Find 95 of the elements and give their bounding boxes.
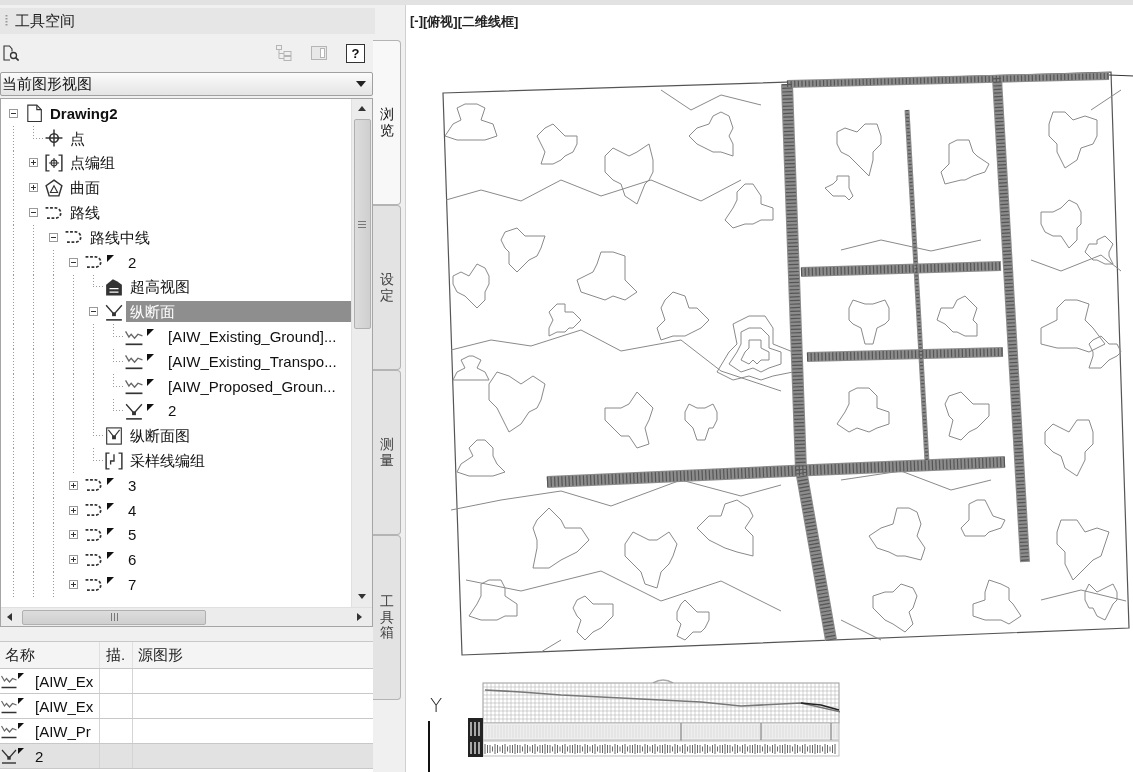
tree-item[interactable]: 纵断面图: [126, 425, 194, 447]
view-dropdown[interactable]: 当前图形视图: [0, 72, 373, 96]
flag-icon: [147, 353, 154, 361]
scroll-left-icon[interactable]: [7, 613, 12, 621]
tree-item[interactable]: 采样线编组: [126, 450, 209, 472]
flag-icon: [107, 477, 114, 485]
flag-icon: [107, 577, 114, 585]
expand-icon[interactable]: [68, 480, 78, 490]
wave-line-icon: [1, 673, 17, 689]
flag-icon: [107, 552, 114, 560]
page-magnifier-icon[interactable]: [3, 45, 19, 61]
flag-icon: [147, 378, 154, 386]
table-cell: [AIW_Ex: [35, 672, 94, 690]
collapse-icon[interactable]: [88, 307, 98, 317]
v-marker-icon: [1, 748, 17, 764]
tree-item[interactable]: 曲面: [66, 177, 104, 199]
bracketed-crosshair-icon: [45, 154, 63, 172]
flag-icon: [107, 254, 114, 262]
flag-icon: [107, 527, 114, 535]
expand-icon[interactable]: [28, 183, 38, 193]
table-row[interactable]: [AIW_Ex: [0, 669, 373, 694]
tree-item[interactable]: 2: [124, 251, 141, 273]
collapse-icon[interactable]: [8, 108, 18, 118]
axis-line: [428, 721, 430, 772]
collapse-icon[interactable]: [28, 208, 38, 218]
scroll-thumb[interactable]: [353, 119, 371, 329]
tree-item[interactable]: 3: [124, 474, 141, 496]
tree-item[interactable]: Drawing2: [46, 102, 122, 124]
side-tab[interactable]: 浏览: [373, 40, 401, 205]
column-header[interactable]: 名称: [0, 642, 100, 668]
palette-title: 工具空间: [15, 11, 75, 31]
tree-item[interactable]: 点编组: [66, 152, 119, 174]
flag-icon: [107, 502, 114, 510]
flag-icon: [18, 698, 24, 704]
pentagon-icon: [45, 178, 63, 197]
table-row[interactable]: [AIW_Ex: [0, 694, 373, 719]
expand-icon[interactable]: [68, 530, 78, 540]
side-tab[interactable]: 设定: [373, 205, 401, 370]
tree-item[interactable]: 点: [66, 127, 89, 149]
expand-icon[interactable]: [68, 555, 78, 565]
tree-item[interactable]: 7: [124, 574, 141, 596]
flag-icon: [18, 723, 24, 729]
expand-icon[interactable]: [68, 580, 78, 590]
flag-icon: [18, 748, 24, 754]
drawing-canvas[interactable]: [-][俯视][二维线框] Y: [405, 5, 1133, 772]
table-cell: 2: [35, 747, 44, 765]
viewport-control[interactable]: [二维线框]: [457, 13, 519, 31]
tree-item[interactable]: 路线: [66, 202, 104, 224]
viewport-control[interactable]: [-]: [410, 13, 423, 31]
tree-item[interactable]: 2: [164, 400, 181, 422]
v-marker-icon: [125, 401, 143, 420]
tree-item[interactable]: [AIW_Existing_Ground]...: [164, 326, 341, 348]
side-tab[interactable]: 测量: [373, 370, 401, 535]
crosshair-icon: [45, 129, 63, 148]
help-button[interactable]: ?: [346, 43, 365, 63]
grip-icon: [110, 613, 118, 621]
side-tab[interactable]: 工具箱: [373, 535, 401, 700]
tree-item[interactable]: [AIW_Existing_Transpo...: [164, 350, 341, 372]
scroll-thumb[interactable]: [22, 609, 206, 625]
caret-icon: [356, 81, 366, 87]
axis-label: Y: [430, 695, 443, 715]
scroll-down-icon[interactable]: [358, 594, 366, 599]
scroll-up-icon[interactable]: [358, 106, 366, 111]
table-cell: [AIW_Pr: [35, 722, 91, 740]
framed-v-icon: [105, 426, 123, 445]
flag-icon: [147, 329, 154, 337]
viewport-control[interactable]: [俯视]: [423, 13, 458, 31]
expand-icon[interactable]: [68, 505, 78, 515]
flag-icon: [147, 403, 154, 411]
tree-item[interactable]: 6: [124, 549, 141, 571]
collapse-icon[interactable]: [48, 232, 58, 242]
document-icon: [25, 104, 43, 123]
tree-item[interactable]: 4: [124, 499, 141, 521]
wave-line-icon: [1, 723, 17, 739]
tree-item[interactable]: 超高视图: [126, 276, 194, 298]
house-icon: [105, 277, 123, 296]
expand-icon[interactable]: [28, 158, 38, 168]
tree-item[interactable]: 路线中线: [86, 226, 154, 248]
column-header[interactable]: 描.: [100, 642, 133, 668]
table-row[interactable]: 2: [0, 744, 373, 769]
flag-icon: [18, 673, 24, 679]
tree-item[interactable]: 5: [124, 524, 141, 546]
wave-line-icon: [125, 377, 143, 396]
wave-line-icon: [1, 698, 17, 714]
wave-line-icon: [125, 352, 143, 371]
bracket-hook-icon: [105, 451, 123, 470]
table-row[interactable]: [AIW_Pr: [0, 719, 373, 744]
grip-icon[interactable]: [5, 15, 8, 27]
column-header[interactable]: 源图形: [133, 642, 373, 668]
v-marker-icon: [105, 302, 123, 321]
grip-icon: [358, 220, 366, 228]
collapse-icon[interactable]: [68, 257, 78, 267]
scroll-right-icon[interactable]: [357, 613, 362, 621]
tree-item[interactable]: [AIW_Proposed_Groun...: [164, 375, 340, 397]
table-cell: [AIW_Ex: [35, 697, 94, 715]
